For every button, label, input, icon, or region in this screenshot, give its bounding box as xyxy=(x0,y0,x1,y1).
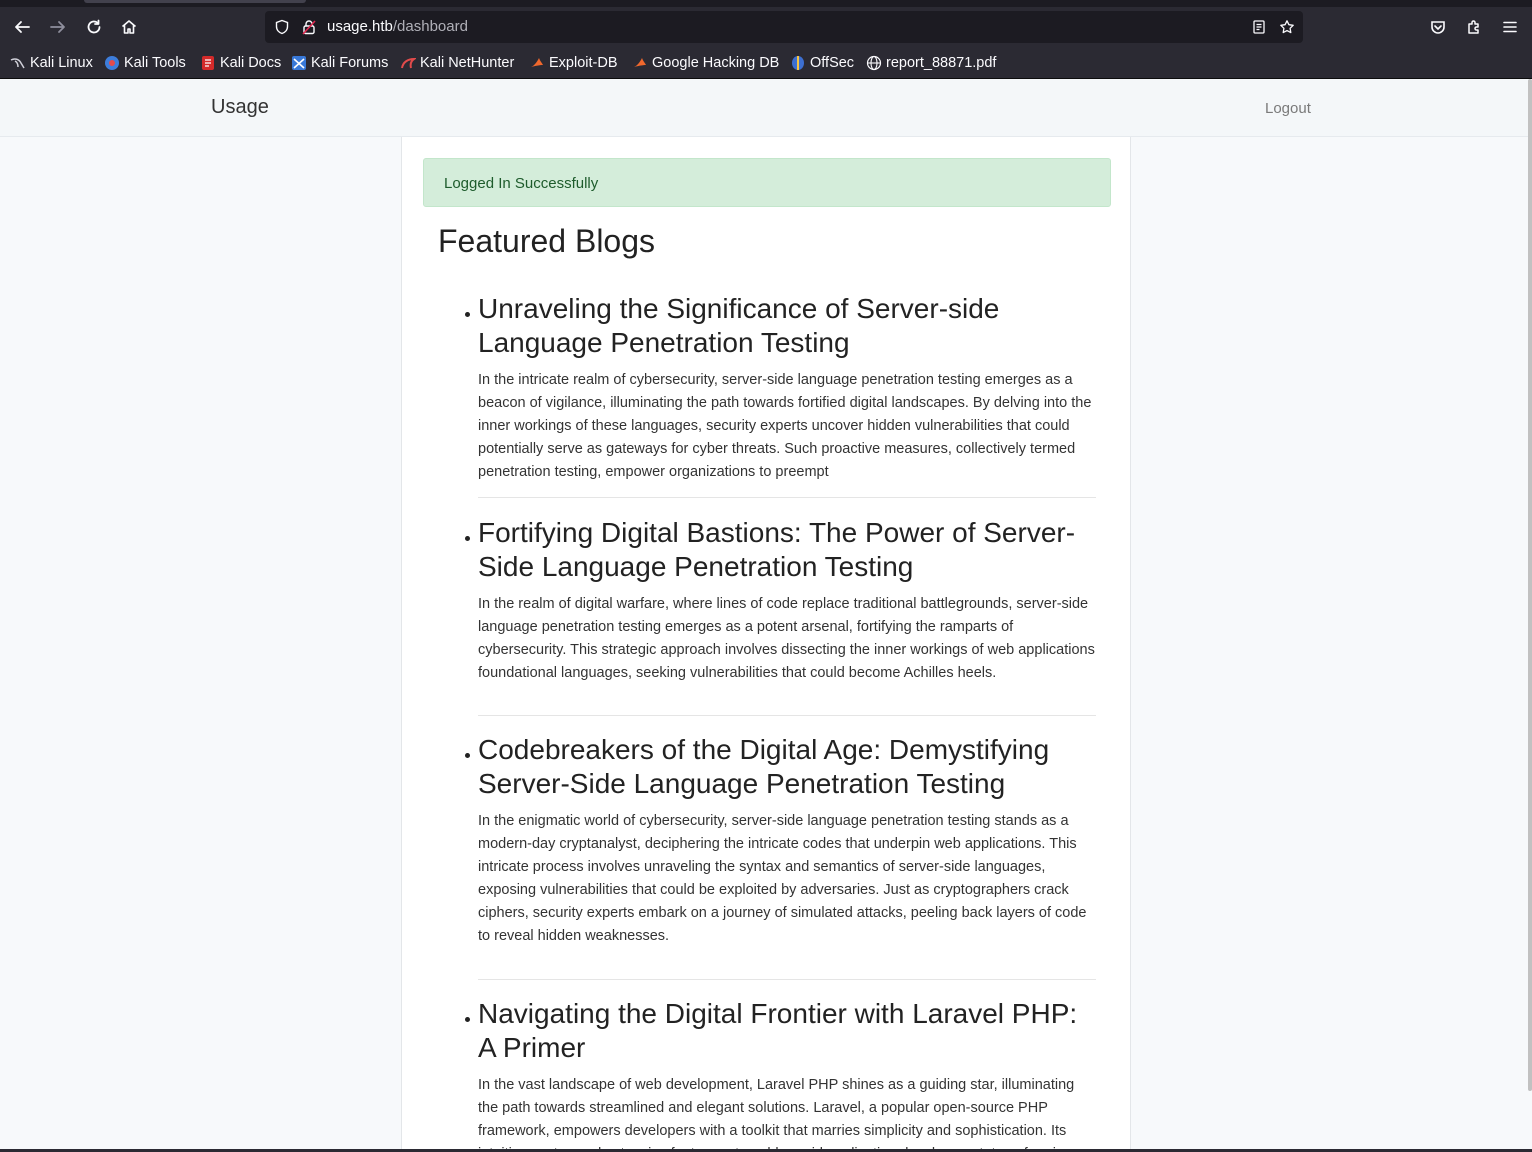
bookmark-label: Kali NetHunter xyxy=(420,55,515,71)
offsec-icon xyxy=(790,55,806,71)
page-title: Featured Blogs xyxy=(438,223,656,259)
bookmark-kali-nethunter[interactable]: Kali NetHunter xyxy=(400,53,514,73)
bookmark-label: OffSec xyxy=(810,55,855,71)
page-viewport: Usage Logout Logged In Successfully Feat… xyxy=(0,79,1532,1152)
logout-link[interactable]: Logout xyxy=(1265,100,1311,117)
bullet-icon xyxy=(465,1017,470,1022)
bookmark-label: Kali Docs xyxy=(220,55,282,71)
reload-icon xyxy=(87,19,101,34)
exploit-db-icon xyxy=(529,55,545,71)
browser-toolbar: usage.htb/dashboard xyxy=(0,7,1532,47)
site-navbar: Usage Logout xyxy=(0,79,1532,137)
bookmark-exploit-db[interactable]: Exploit-DB xyxy=(529,53,618,73)
bookmark-label: Kali Tools xyxy=(124,55,186,71)
bookmark-kali-tools[interactable]: Kali Tools xyxy=(104,53,186,73)
active-tab[interactable] xyxy=(84,0,306,3)
blog-item: Codebreakers of the Digital Age: Demysti… xyxy=(465,733,1096,980)
ghdb-icon xyxy=(632,55,648,71)
blog-title: Unraveling the Significance of Server-si… xyxy=(478,293,1000,358)
bookmark-label: Kali Forums xyxy=(311,55,389,71)
address-bar[interactable]: usage.htb/dashboard xyxy=(265,11,1303,43)
bookmark-label: Google Hacking DB xyxy=(652,55,780,71)
site-brand[interactable]: Usage xyxy=(211,96,269,119)
bookmark-kali-docs[interactable]: Kali Docs xyxy=(200,53,281,73)
home-button[interactable] xyxy=(115,13,143,41)
globe-icon xyxy=(866,55,882,71)
kali-tools-icon xyxy=(104,55,120,71)
blog-item: Navigating the Digital Frontier with Lar… xyxy=(465,997,1096,1152)
bookmark-kali-forums[interactable]: Kali Forums xyxy=(291,53,388,73)
back-button[interactable] xyxy=(8,13,36,41)
kali-nethunter-icon xyxy=(400,55,416,71)
bookmark-label: Kali Linux xyxy=(30,55,93,71)
blog-title: Codebreakers of the Digital Age: Demysti… xyxy=(478,734,1050,799)
bookmark-label: report_88871.pdf xyxy=(886,55,997,71)
bookmark-offsec[interactable]: OffSec xyxy=(790,53,854,73)
page-scrollbar[interactable] xyxy=(1528,79,1532,1091)
bullet-icon xyxy=(465,753,470,758)
extensions-button[interactable] xyxy=(1460,13,1488,41)
bullet-icon xyxy=(465,536,470,541)
blog-excerpt: In the vast landscape of web development… xyxy=(478,1077,1075,1152)
blog-list: Unraveling the Significance of Server-si… xyxy=(465,292,1096,1152)
arrow-left-icon xyxy=(15,21,30,33)
url-path: /dashboard xyxy=(392,18,468,35)
app-menu-button[interactable] xyxy=(1496,13,1524,41)
puzzle-icon xyxy=(1468,20,1479,34)
blog-excerpt: In the enigmatic world of cybersecurity,… xyxy=(478,813,1087,944)
bookmarks-toolbar: Kali Linux Kali Tools Kali Docs Kali For… xyxy=(0,47,1532,79)
bookmark-report-pdf[interactable]: report_88871.pdf xyxy=(866,53,996,73)
pocket-icon xyxy=(1431,21,1445,34)
blog-item: Unraveling the Significance of Server-si… xyxy=(465,292,1096,498)
blog-excerpt: In the realm of digital warfare, where l… xyxy=(478,596,1095,681)
blog-title: Fortifying Digital Bastions: The Power o… xyxy=(478,517,1076,582)
bookmark-star-icon[interactable] xyxy=(1278,18,1296,36)
alert-message: Logged In Successfully xyxy=(444,175,599,192)
bookmark-kali-linux[interactable]: Kali Linux xyxy=(10,53,93,73)
blog-title: Navigating the Digital Frontier with Lar… xyxy=(478,998,1078,1063)
login-success-alert: Logged In Successfully xyxy=(423,158,1111,207)
url-host: usage.htb xyxy=(327,18,393,35)
home-icon xyxy=(121,20,137,34)
arrow-right-icon xyxy=(50,21,65,33)
blog-item: Fortifying Digital Bastions: The Power o… xyxy=(465,516,1096,716)
shield-icon[interactable] xyxy=(273,18,291,36)
bullet-icon xyxy=(465,312,470,317)
dashboard-card: Logged In Successfully Featured Blogs Un… xyxy=(401,137,1131,1152)
reload-button[interactable] xyxy=(80,13,108,41)
url-text[interactable]: usage.htb/dashboard xyxy=(327,18,468,35)
kali-dragon-icon xyxy=(10,55,26,71)
pocket-button[interactable] xyxy=(1424,13,1452,41)
blog-excerpt: In the intricate realm of cybersecurity,… xyxy=(478,372,1092,480)
kali-forums-icon xyxy=(291,55,307,71)
reader-view-icon[interactable] xyxy=(1250,18,1268,36)
bookmark-google-hacking-db[interactable]: Google Hacking DB xyxy=(632,53,779,73)
hamburger-menu-icon xyxy=(1503,21,1517,33)
tab-strip xyxy=(0,0,1532,7)
kali-docs-icon xyxy=(200,55,216,71)
insecure-lock-icon[interactable] xyxy=(300,18,318,36)
bookmark-label: Exploit-DB xyxy=(549,55,618,71)
forward-button[interactable] xyxy=(44,13,72,41)
